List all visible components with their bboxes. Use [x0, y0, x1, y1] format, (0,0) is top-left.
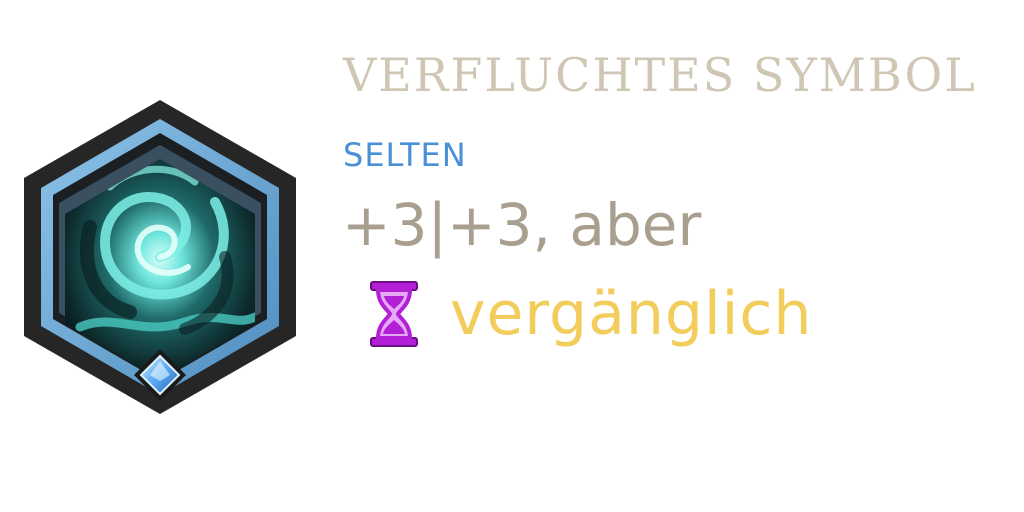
item-title: VERFLUCHTES SYMBOL: [343, 48, 977, 102]
effect-text: vergänglich: [450, 279, 813, 349]
item-emblem-icon: [20, 97, 300, 417]
rarity-label: SELTEN: [343, 136, 467, 174]
effect-line: vergänglich: [368, 278, 812, 350]
hourglass-icon: [368, 280, 420, 348]
stat-text: +3|+3, aber: [342, 191, 702, 259]
